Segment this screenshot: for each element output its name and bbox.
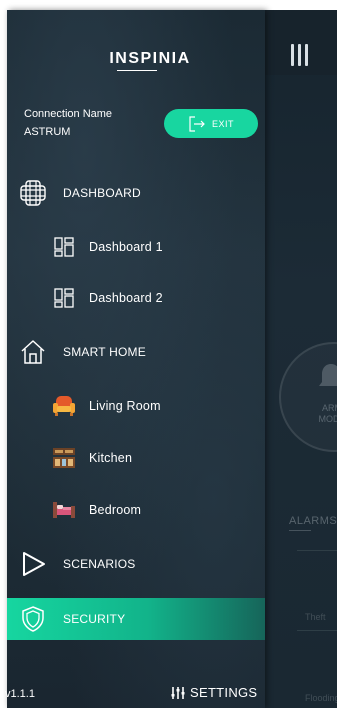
arm-mode-button[interactable] <box>279 342 337 452</box>
app-logo: INSPINIA <box>109 50 191 67</box>
alarms-underline <box>289 530 311 531</box>
drawer-footer: v1.1.1 SETTINGS <box>5 682 265 708</box>
kitchen-cabinet-icon <box>52 446 76 470</box>
alarm-card-label: Flooding <box>305 693 337 703</box>
alarm-card-label: Theft <box>305 612 326 622</box>
bed-icon <box>52 498 76 522</box>
settings-sliders-icon <box>171 686 185 699</box>
menu-item-label: DASHBOARD <box>63 186 141 200</box>
connection-name-value: ASTRUM <box>24 126 71 138</box>
navigation-drawer: INSPINIA Connection Name ASTRUM EXIT DAS… <box>5 10 265 708</box>
menu-item-label: Kitchen <box>89 451 133 465</box>
menu-item-label: SMART HOME <box>63 345 146 359</box>
menu-item-label: SCENARIOS <box>63 557 136 571</box>
menu-item-kitchen[interactable]: Kitchen <box>7 438 265 478</box>
dashboard-grid-icon <box>19 179 47 207</box>
arm-mode-label: ARM MODE <box>318 403 337 424</box>
alarm-card[interactable] <box>297 550 337 590</box>
alarm-bell-icon <box>319 364 337 386</box>
menu-item-label: Living Room <box>89 399 161 413</box>
armchair-icon <box>52 394 76 418</box>
menu-item-security[interactable]: SECURITY <box>7 599 265 639</box>
alarms-title: ALARMS <box>289 515 337 527</box>
hamburger-menu-icon[interactable] <box>291 44 309 68</box>
menu-item-label: Dashboard 1 <box>89 240 163 254</box>
connection-name-label: Connection Name <box>24 108 113 120</box>
menu-item-label: Dashboard 2 <box>89 291 163 305</box>
menu-item-dashboard-1[interactable]: Dashboard 1 <box>7 227 265 267</box>
house-icon <box>19 338 47 366</box>
exit-button[interactable]: EXIT <box>164 109 258 138</box>
menu-item-label: SECURITY <box>63 612 126 626</box>
menu-item-dashboard[interactable]: DASHBOARD <box>7 173 265 213</box>
menu-item-smart-home[interactable]: SMART HOME <box>7 332 265 372</box>
settings-label: SETTINGS <box>190 685 258 700</box>
app-version: v1.1.1 <box>5 688 35 700</box>
exit-label: EXIT <box>211 118 234 129</box>
dashboard-layout-icon <box>52 286 76 310</box>
alarm-card[interactable] <box>297 630 337 670</box>
menu-item-scenarios[interactable]: SCENARIOS <box>7 544 265 584</box>
exit-icon <box>189 115 205 132</box>
menu-item-living-room[interactable]: Living Room <box>7 386 265 426</box>
play-triangle-icon <box>19 550 47 578</box>
shield-icon <box>19 605 47 633</box>
menu-item-dashboard-2[interactable]: Dashboard 2 <box>7 278 265 318</box>
menu-item-label: Bedroom <box>89 503 142 517</box>
menu-item-bedroom[interactable]: Bedroom <box>7 490 265 530</box>
settings-button[interactable]: SETTINGS <box>171 685 257 700</box>
dashboard-layout-icon <box>52 235 76 259</box>
logo-underline <box>117 70 157 71</box>
